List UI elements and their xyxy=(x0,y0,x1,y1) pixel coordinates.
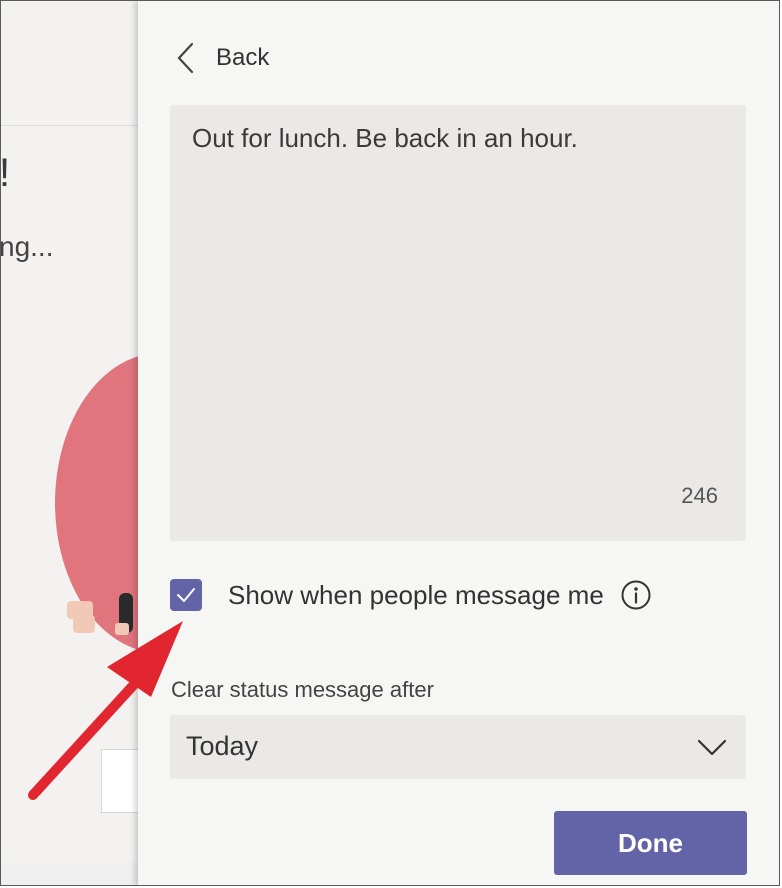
background-topbar xyxy=(1,1,141,126)
show-when-messaged-checkbox[interactable] xyxy=(170,579,202,611)
background-subtext: ng... xyxy=(0,231,54,262)
chevron-left-icon xyxy=(177,42,194,74)
show-when-messaged-option: Show when people message me xyxy=(170,575,652,615)
clear-after-label: Clear status message after xyxy=(171,677,434,702)
clear-after-selected: Today xyxy=(186,731,259,761)
background-footer xyxy=(1,863,141,885)
background-heading: ! xyxy=(0,151,11,195)
back-button[interactable]: Back xyxy=(174,39,269,77)
status-message-input[interactable]: Out for lunch. Be back in an hour. 246 xyxy=(170,105,746,541)
show-when-messaged-label: Show when people message me xyxy=(228,579,604,610)
screenshot-frame: ! ng... Back Out for lunch. Be back in a… xyxy=(0,0,780,886)
status-message-panel: Back Out for lunch. Be back in an hour. … xyxy=(138,1,779,885)
done-button[interactable]: Done xyxy=(554,811,747,875)
checkmark-icon xyxy=(177,588,195,602)
info-icon[interactable] xyxy=(620,579,652,611)
clear-after-dropdown[interactable]: Today xyxy=(170,715,746,779)
chevron-down-icon xyxy=(697,739,727,756)
back-label: Back xyxy=(216,44,270,71)
character-counter: 246 xyxy=(681,483,718,508)
status-message-text: Out for lunch. Be back in an hour. xyxy=(192,123,578,153)
annotation-arrow xyxy=(28,621,183,800)
